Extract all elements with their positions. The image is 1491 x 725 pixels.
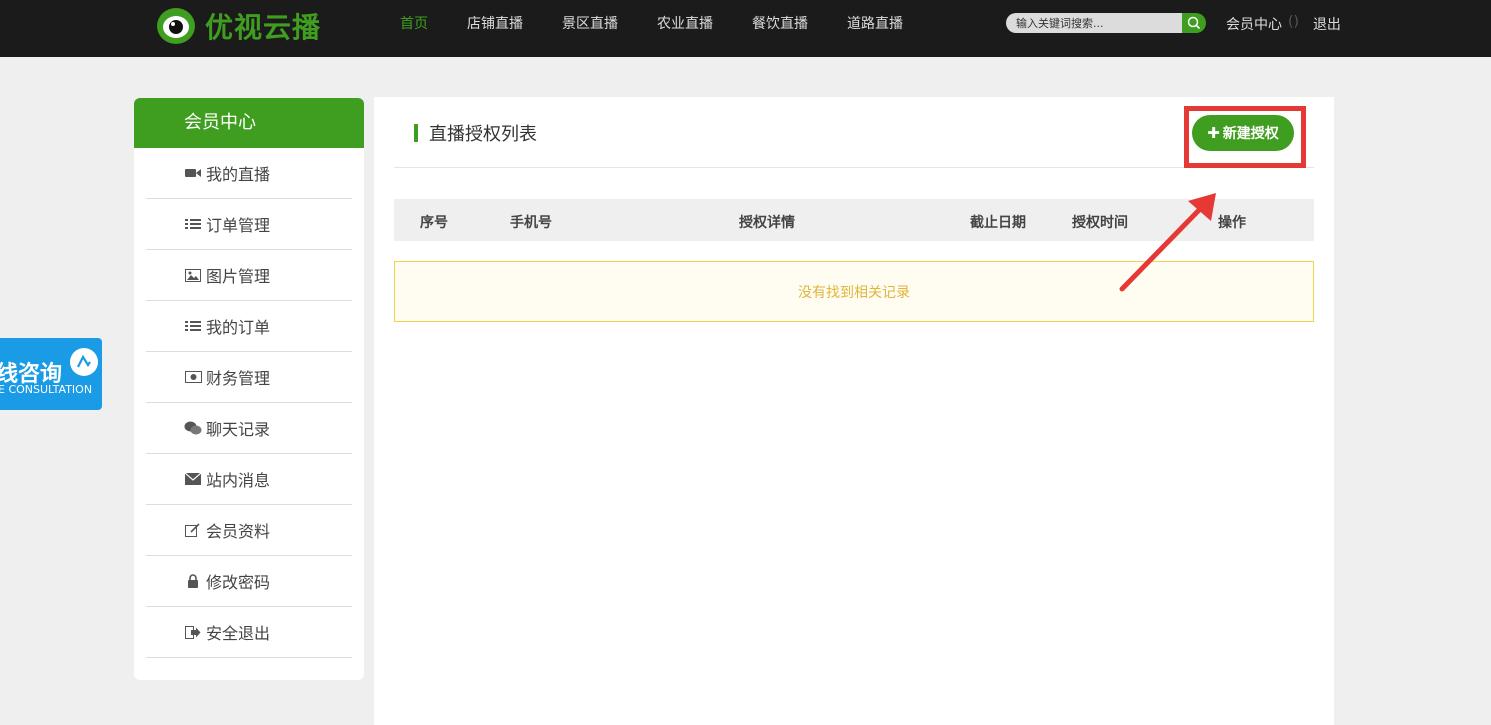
sidebar-item-label: 修改密码 [206, 573, 271, 592]
sidebar-item-my-orders[interactable]: 我的订单 [146, 301, 352, 352]
eye-logo-icon [157, 8, 195, 44]
sidebar-item-label: 安全退出 [206, 624, 271, 643]
member-message-count: () [1288, 14, 1299, 30]
nav-shop-live[interactable]: 店铺直播 [467, 13, 523, 33]
video-camera-icon [184, 166, 202, 180]
nav-food-live[interactable]: 餐饮直播 [752, 13, 808, 33]
image-icon [184, 268, 202, 282]
envelope-icon [184, 472, 202, 486]
edit-icon [184, 523, 202, 537]
sidebar-item-chat-history[interactable]: 聊天记录 [146, 403, 352, 454]
sidebar-item-messages[interactable]: 站内消息 [146, 454, 352, 505]
sidebar-item-image-manage[interactable]: 图片管理 [146, 250, 352, 301]
sidebar-item-label: 会员资料 [206, 522, 271, 541]
sidebar-item-label: 订单管理 [206, 216, 271, 235]
user-links: 会员中心 () 退出 [1226, 14, 1341, 34]
sidebar-item-label: 聊天记录 [206, 420, 271, 439]
search-icon [1187, 16, 1201, 30]
chat-bubble-icon [70, 348, 98, 376]
sidebar-item-label: 图片管理 [206, 267, 271, 286]
sidebar-item-finance[interactable]: 财务管理 [146, 352, 352, 403]
search-box [1006, 13, 1206, 33]
sidebar-item-label: 财务管理 [206, 369, 271, 388]
online-consultation-widget[interactable]: 线咨询 E CONSULTATION [0, 338, 102, 410]
sidebar-title: 会员中心 [134, 98, 364, 148]
list-icon [184, 319, 202, 333]
nav-agriculture-live[interactable]: 农业直播 [657, 13, 713, 33]
logo-text: 优视云播 [205, 11, 322, 44]
main-panel: 直播授权列表 ✚ 新建授权 序号 手机号 授权详情 截止日期 授权时间 操作 没… [374, 97, 1334, 725]
logo[interactable]: 优视云播 [155, 6, 321, 46]
sidebar-item-profile[interactable]: 会员资料 [146, 505, 352, 556]
list-icon [184, 217, 202, 231]
wechat-icon [184, 421, 202, 435]
sidebar-item-my-live[interactable]: 我的直播 [146, 148, 352, 199]
consult-subtitle: E CONSULTATION [0, 383, 93, 396]
nav-road-live[interactable]: 道路直播 [847, 13, 903, 33]
search-input[interactable] [1006, 13, 1184, 33]
search-button[interactable] [1182, 13, 1206, 33]
sidebar-item-label: 站内消息 [206, 471, 271, 490]
nav-home[interactable]: 首页 [400, 13, 428, 33]
sidebar-item-sign-out[interactable]: 安全退出 [146, 607, 352, 658]
sidebar-item-order-manage[interactable]: 订单管理 [146, 199, 352, 250]
top-navigation-bar: 优视云播 首页 店铺直播 景区直播 农业直播 餐饮直播 道路直播 会员中心 ()… [0, 0, 1491, 57]
logout-link[interactable]: 退出 [1313, 14, 1341, 34]
annotation-arrow-icon [1119, 193, 1216, 292]
lock-icon [184, 574, 202, 588]
money-icon [184, 370, 202, 384]
sidebar-item-change-password[interactable]: 修改密码 [146, 556, 352, 607]
member-sidebar: 会员中心 我的直播 订单管理 图片管理 我的订单 财务管理 聊天记录 站内消息 … [134, 98, 364, 680]
member-center-link[interactable]: 会员中心 [1226, 14, 1282, 34]
sidebar-item-label: 我的直播 [206, 165, 271, 184]
main-nav: 首页 店铺直播 景区直播 农业直播 餐饮直播 道路直播 [400, 0, 942, 46]
sign-out-icon [184, 625, 202, 639]
nav-scenic-live[interactable]: 景区直播 [562, 13, 618, 33]
sidebar-item-label: 我的订单 [206, 318, 271, 337]
